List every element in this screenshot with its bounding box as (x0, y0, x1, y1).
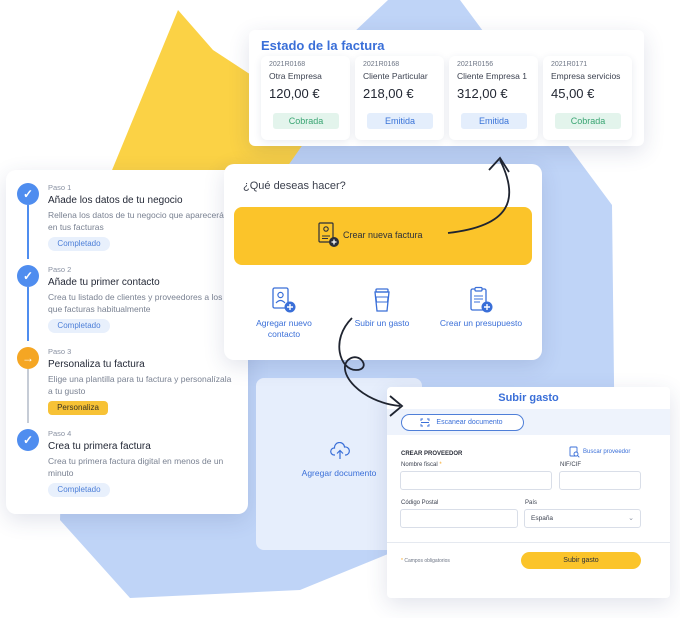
chevron-down-icon: ⌄ (628, 515, 634, 522)
step-title: Añade tu primer contacto (48, 277, 160, 288)
step-number: Paso 4 (48, 429, 72, 438)
invoice-amount: 45,00 € (551, 86, 595, 101)
new-invoice-button[interactable]: Crear nueva factura (234, 207, 532, 265)
check-icon: ✓ (17, 183, 39, 205)
step-title: Añade los datos de tu negocio (48, 195, 183, 206)
search-document-icon (569, 446, 580, 458)
country-value: España (531, 515, 554, 522)
step-connector (27, 205, 29, 259)
upload-expense-form: Subir gasto Escanear documento CREAR PRO… (387, 387, 670, 598)
form-divider (387, 542, 670, 543)
postal-code-field[interactable] (400, 509, 518, 528)
invoice-amount: 312,00 € (457, 86, 508, 101)
step-description: Crea tu listado de clientes y proveedore… (48, 292, 223, 314)
step-badge: Completado (48, 483, 110, 497)
upload-expense-button[interactable]: Subir un gasto (346, 286, 418, 329)
quick-actions-card: ¿Qué deseas hacer? Crear nueva factura A… (224, 164, 542, 360)
invoice-amount: 218,00 € (363, 86, 414, 101)
step-number: Paso 1 (48, 183, 72, 192)
section-title: CREAR PROVEEDOR (401, 451, 463, 457)
required-fields-note: * Campos obligatorios (401, 558, 450, 564)
cloud-upload-icon (330, 442, 350, 459)
step-description: Elige una plantilla para tu factura y pe… (48, 374, 232, 396)
postal-code-label: Código Postal (401, 500, 439, 506)
status-badge: Cobrada (555, 113, 621, 129)
step-title: Personaliza tu factura (48, 359, 145, 370)
step-number: Paso 2 (48, 265, 72, 274)
fiscal-name-field[interactable] (400, 471, 552, 490)
quick-actions-question: ¿Qué deseas hacer? (243, 180, 346, 192)
customize-button[interactable]: Personaliza (48, 401, 108, 415)
check-icon: ✓ (17, 429, 39, 451)
new-invoice-label: Crear nueva factura (343, 230, 423, 240)
nif-label: NIF/CIF (560, 462, 581, 468)
add-contact-button[interactable]: Agregar nuevo contacto (248, 286, 320, 340)
invoice-card[interactable]: 2021R0156 Cliente Empresa 1 312,00 € Emi… (449, 56, 538, 140)
required-fields-text: Campos obligatorios (404, 558, 450, 564)
invoice-id: 2021R0168 (363, 61, 400, 68)
clipboard-add-icon (470, 286, 493, 313)
coffee-cup-icon (374, 288, 390, 312)
submit-expense-button[interactable]: Subir gasto (521, 552, 641, 569)
find-supplier-link[interactable]: Buscar proveedor (569, 446, 631, 458)
required-marker: * (439, 462, 442, 468)
required-marker: * (401, 558, 403, 564)
step-connector (27, 369, 29, 423)
step-number: Paso 3 (48, 347, 72, 356)
scan-document-label: Escanear documento (436, 419, 503, 426)
step-description: Crea tu primera factura digital en menos… (48, 456, 224, 478)
add-contact-label: Agregar nuevo contacto (256, 318, 312, 339)
invoice-amount: 120,00 € (269, 86, 320, 101)
invoice-card[interactable]: 2021R0168 Cliente Particular 218,00 € Em… (355, 56, 444, 140)
nif-field[interactable] (559, 471, 641, 490)
invoice-card[interactable]: 2021R0171 Empresa servicios 45,00 € Cobr… (543, 56, 632, 140)
create-quote-button[interactable]: Crear un presupuesto (432, 286, 530, 329)
invoice-status-title: Estado de la factura (261, 38, 385, 53)
check-icon: ✓ (17, 265, 39, 287)
step-description: Rellena los datos de tu negocio que apar… (48, 210, 229, 232)
invoice-status-card: Estado de la factura 2021R0168 Otra Empr… (249, 30, 644, 146)
country-select[interactable]: España ⌄ (524, 509, 641, 528)
onboarding-steps-card: ✓ Paso 1 Añade los datos de tu negocio R… (6, 170, 248, 514)
invoice-id: 2021R0171 (551, 61, 588, 68)
country-label: País (525, 500, 538, 506)
fiscal-name-label: Nombre fiscal * (401, 462, 442, 468)
invoice-client: Otra Empresa (269, 71, 322, 81)
invoice-client: Empresa servicios (551, 71, 621, 81)
find-supplier-label: Buscar proveedor (583, 449, 631, 455)
step-title: Crea tu primera factura (48, 441, 151, 452)
invoice-id: 2021R0156 (457, 61, 494, 68)
step-badge: Completado (48, 319, 110, 333)
step-badge: Completado (48, 237, 110, 251)
expense-form-title: Subir gasto (498, 392, 559, 404)
upload-expense-label: Subir un gasto (354, 318, 410, 328)
new-invoice-icon (318, 222, 339, 247)
invoice-card[interactable]: 2021R0168 Otra Empresa 120,00 € Cobrada (261, 56, 350, 140)
status-badge: Emitida (367, 113, 433, 129)
scan-document-button[interactable]: Escanear documento (401, 414, 524, 431)
invoice-client: Cliente Empresa 1 (457, 71, 527, 81)
status-badge: Cobrada (273, 113, 339, 129)
create-quote-label: Crear un presupuesto (439, 318, 523, 328)
invoice-client: Cliente Particular (363, 71, 428, 81)
scan-icon (420, 418, 430, 427)
fiscal-name-text: Nombre fiscal (401, 462, 438, 468)
invoice-id: 2021R0168 (269, 61, 306, 68)
step-connector (27, 287, 29, 341)
status-badge: Emitida (461, 113, 527, 129)
add-contact-icon (272, 287, 296, 313)
arrow-right-icon: → (17, 347, 39, 369)
